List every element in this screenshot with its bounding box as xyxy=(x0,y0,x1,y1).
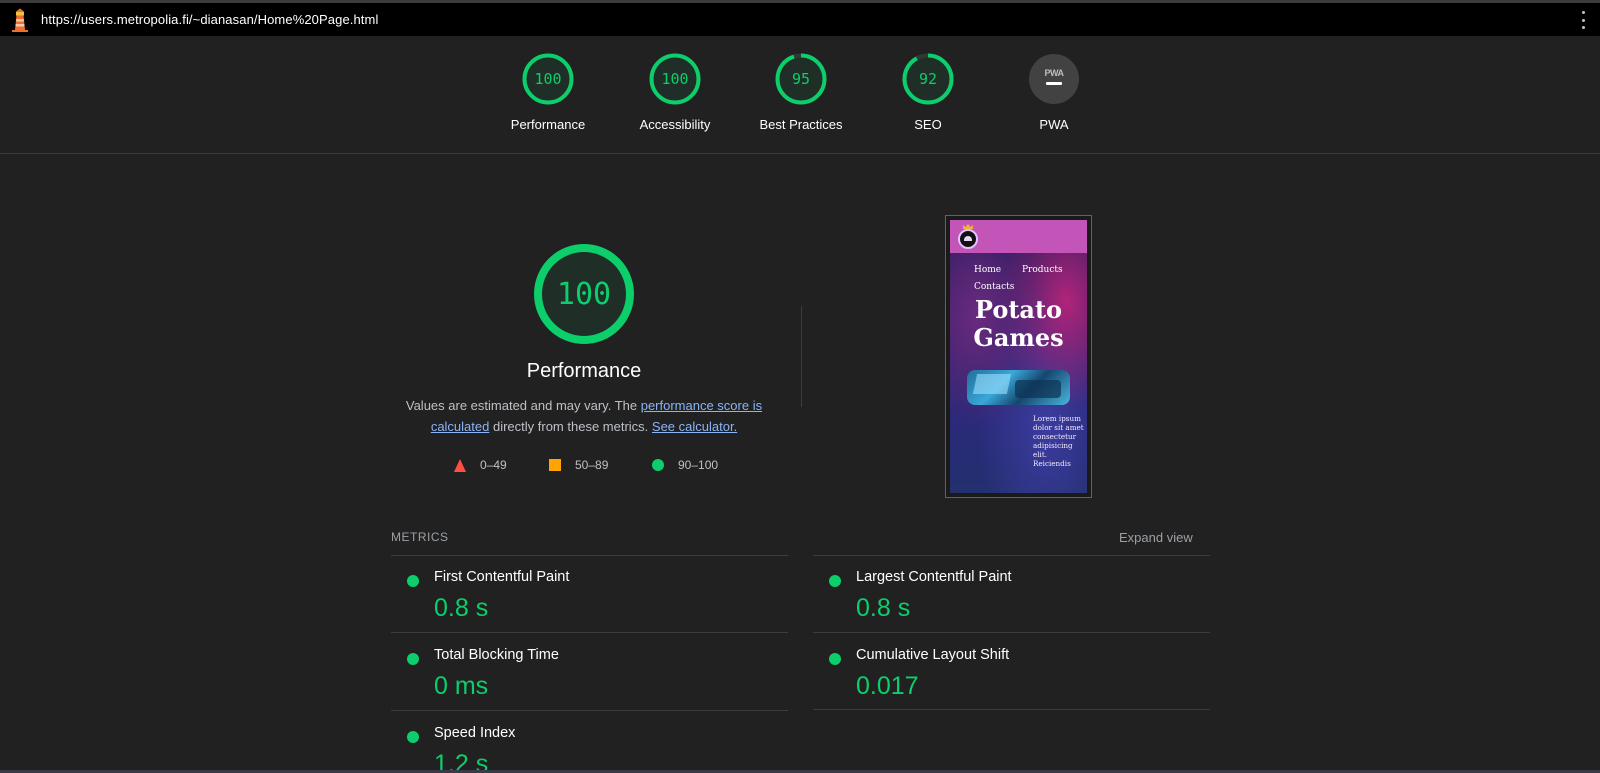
metric-speed-index: Speed Index 1.2 s xyxy=(391,722,787,773)
metrics-divider xyxy=(391,555,788,556)
desc-text: directly from these metrics. xyxy=(489,419,652,434)
square-icon xyxy=(549,459,561,471)
site-nav-products: Products xyxy=(1022,265,1063,275)
gauge-performance[interactable]: 100 Performance xyxy=(493,53,603,132)
gauge-pwa[interactable]: PWA PWA xyxy=(999,53,1109,132)
page-url: https://users.metropolia.fi/~dianasan/Ho… xyxy=(41,12,379,27)
metrics-divider xyxy=(813,632,1210,633)
pass-dot-icon xyxy=(407,575,419,587)
metric-lcp: Largest Contentful Paint 0.8 s xyxy=(813,566,1209,632)
pass-dot-icon xyxy=(407,653,419,665)
gauge-label: Accessibility xyxy=(639,117,711,132)
site-title-line2: Games xyxy=(973,323,1064,352)
legend-fail: 0–49 xyxy=(454,457,507,473)
metric-value: 0.8 s xyxy=(434,594,489,622)
metrics-heading: METRICS xyxy=(391,530,449,544)
circle-icon xyxy=(652,459,664,471)
pwa-badge-icon: PWA xyxy=(1029,54,1079,104)
legend-pass: 90–100 xyxy=(652,457,718,473)
see-calculator-link[interactable]: See calculator. xyxy=(652,419,737,434)
site-header xyxy=(950,220,1087,253)
legend-average: 50–89 xyxy=(549,457,608,473)
gauge-label: PWA xyxy=(1039,117,1069,132)
metric-value: 0.017 xyxy=(856,672,919,700)
metric-name: Largest Contentful Paint xyxy=(856,569,1012,585)
site-hero-image xyxy=(967,370,1070,405)
legend-pass-label: 90–100 xyxy=(678,458,719,472)
legend-average-label: 50–89 xyxy=(575,458,609,472)
top-bar: https://users.metropolia.fi/~dianasan/Ho… xyxy=(0,3,1600,36)
metric-value: 0.8 s xyxy=(856,594,911,622)
gauge-label: SEO xyxy=(914,117,942,132)
more-options-icon[interactable] xyxy=(1580,11,1586,29)
pwa-badge-text: PWA xyxy=(1044,67,1064,78)
gauge-label: Best Practices xyxy=(759,117,843,132)
metric-fcp: First Contentful Paint 0.8 s xyxy=(391,566,787,632)
gauge-label: Performance xyxy=(510,117,586,132)
gauge-score: 95 xyxy=(791,70,811,88)
expand-view-toggle[interactable]: Expand view xyxy=(1119,530,1193,545)
lighthouse-logo-icon xyxy=(12,8,28,32)
metric-name: First Contentful Paint xyxy=(434,569,570,585)
site-body-text: Lorem ipsum dolor sit amet consectetur a… xyxy=(1033,414,1084,468)
gauge-score: 92 xyxy=(918,70,938,88)
metric-value: 0 ms xyxy=(434,672,489,700)
pass-dot-icon xyxy=(407,731,419,743)
metrics-divider xyxy=(813,555,1210,556)
metric-cls: Cumulative Layout Shift 0.017 xyxy=(813,644,1209,710)
lighthouse-report: https://users.metropolia.fi/~dianasan/Ho… xyxy=(0,0,1600,773)
gauge-score: 100 xyxy=(534,70,562,88)
site-title: Potato Games xyxy=(950,296,1087,352)
crown-icon xyxy=(963,224,973,229)
gauge-seo[interactable]: 92 SEO xyxy=(873,53,983,132)
gauge-accessibility[interactable]: 100 Accessibility xyxy=(620,53,730,132)
site-title-line1: Potato xyxy=(974,295,1063,324)
metrics-divider xyxy=(391,710,788,711)
final-screenshot[interactable]: Home Products Contacts Potato Games Lore… xyxy=(945,215,1092,498)
gauge-score: 100 xyxy=(661,70,689,88)
site-nav-contacts: Contacts xyxy=(974,282,1015,292)
performance-title: Performance xyxy=(526,360,642,382)
screenshot-content: Home Products Contacts Potato Games Lore… xyxy=(950,220,1087,493)
pass-dot-icon xyxy=(829,653,841,665)
site-logo-icon xyxy=(958,229,978,249)
legend-fail-label: 0–49 xyxy=(480,458,507,472)
metrics-divider xyxy=(391,632,788,633)
performance-description: Values are estimated and may vary. The p… xyxy=(404,395,764,437)
metric-name: Total Blocking Time xyxy=(434,647,559,663)
metric-name: Cumulative Layout Shift xyxy=(856,647,1010,663)
performance-score: 100 xyxy=(556,276,612,312)
metrics-divider xyxy=(813,709,1210,710)
gauge-best-practices[interactable]: 95 Best Practices xyxy=(746,53,856,132)
performance-gauge: 100 xyxy=(533,243,635,345)
pass-dot-icon xyxy=(829,575,841,587)
section-divider xyxy=(801,306,802,407)
metric-name: Speed Index xyxy=(434,725,516,741)
category-gauges: 100 Performance 100 Accessibility 95 Bes… xyxy=(0,36,1600,154)
metric-tbt: Total Blocking Time 0 ms xyxy=(391,644,787,710)
triangle-icon xyxy=(454,458,466,472)
site-nav-home: Home xyxy=(974,265,1002,275)
desc-text: Values are estimated and may vary. The xyxy=(405,398,641,413)
